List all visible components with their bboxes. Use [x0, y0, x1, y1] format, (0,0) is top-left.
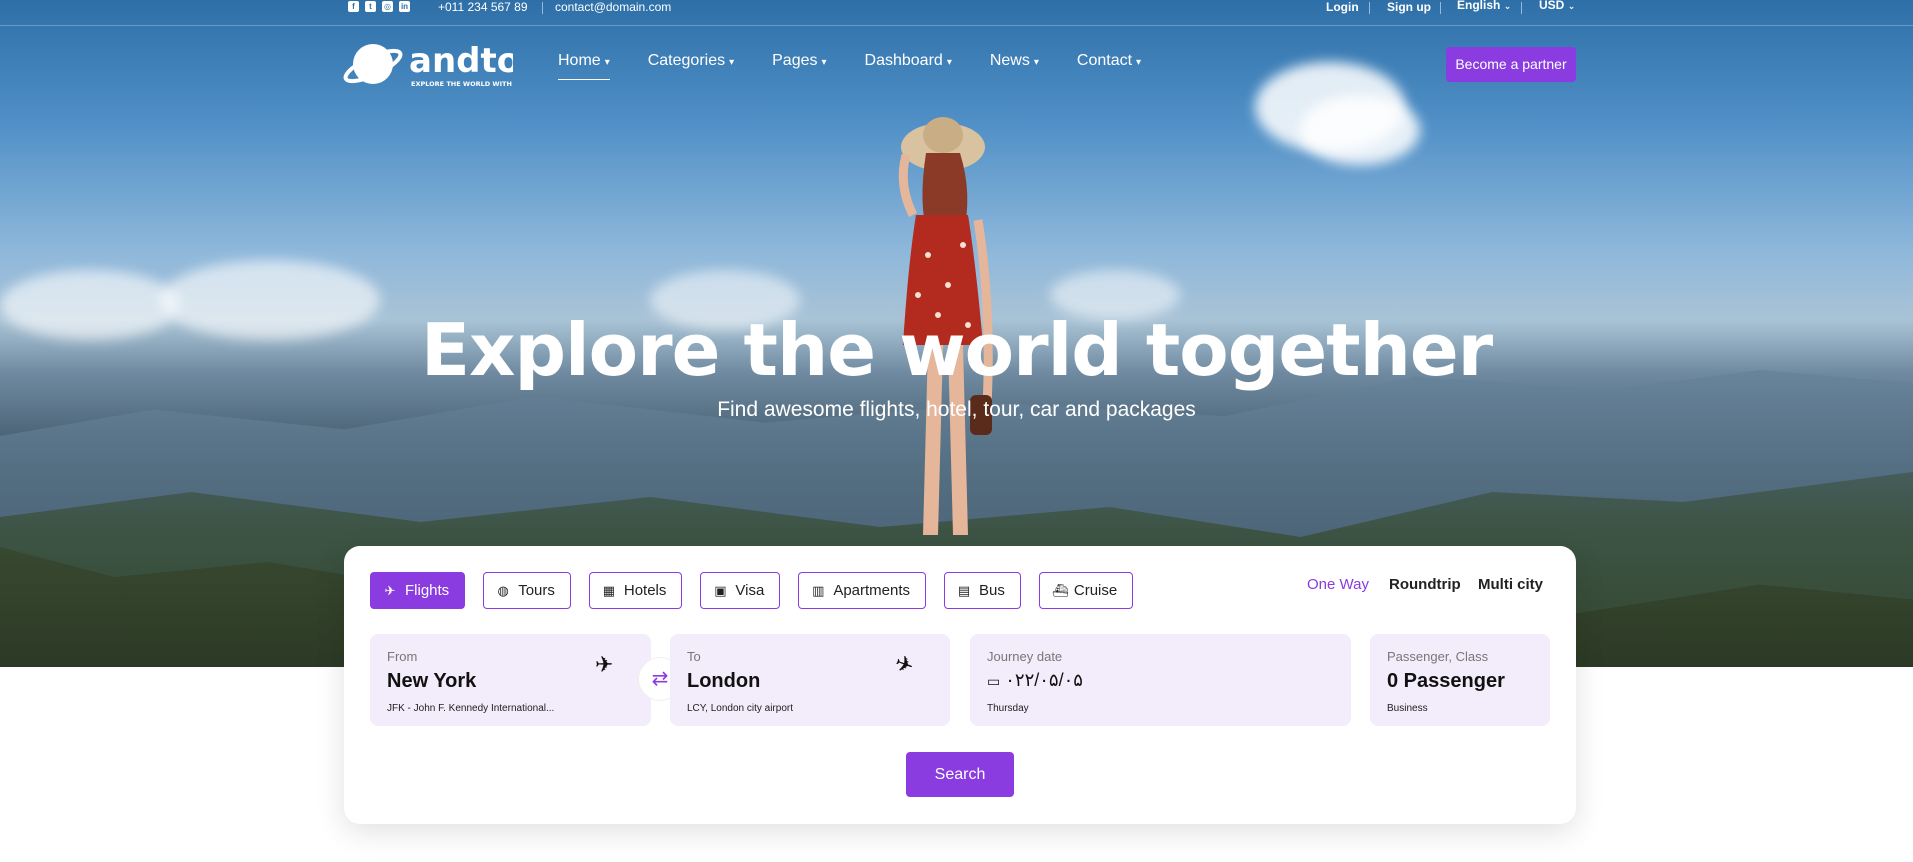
- trip-one-way[interactable]: One Way: [1307, 576, 1369, 593]
- date-weekday: Thursday: [987, 703, 1029, 714]
- trip-multi-city[interactable]: Multi city: [1478, 576, 1543, 593]
- social-links: f t ◎ in: [348, 1, 410, 12]
- chevron-down-icon: ▾: [604, 57, 610, 68]
- cloud-graphic: [1300, 95, 1420, 165]
- language-label: English: [1457, 0, 1501, 12]
- nav-item-label: Categories: [647, 52, 726, 69]
- class-value: Business: [1387, 703, 1428, 714]
- ship-icon: ⛴: [1051, 582, 1069, 598]
- tab-label: Flights: [405, 582, 450, 599]
- from-value: New York: [387, 670, 477, 692]
- brand-logo[interactable]: andtour EXPLORE THE WORLD WITH US: [343, 34, 561, 94]
- tab-label: Apartments: [833, 582, 911, 599]
- apartment-icon: ▥: [812, 582, 825, 598]
- tab-flights[interactable]: ✈ Flights: [370, 572, 466, 609]
- phone-number[interactable]: +011 234 567 89: [438, 0, 528, 14]
- plane-takeoff-icon: ✈: [595, 652, 614, 677]
- to-airport: LCY, London city airport: [687, 703, 793, 714]
- chevron-down-icon: ▾: [1033, 57, 1039, 68]
- passport-icon: ▣: [714, 582, 727, 598]
- nav-item-categories[interactable]: Categories ▾: [648, 52, 734, 70]
- instagram-icon[interactable]: ◎: [382, 1, 393, 12]
- to-value: London: [687, 670, 761, 692]
- tab-cruise[interactable]: ⛴ Cruise: [1038, 572, 1134, 609]
- nav-item-label: Contact: [1076, 52, 1133, 69]
- tab-apartments[interactable]: ▥ Apartments: [798, 572, 927, 609]
- planet-logo-icon: andtour EXPLORE THE WORLD WITH US: [343, 41, 561, 88]
- tab-label: Visa: [735, 582, 765, 599]
- chevron-down-icon: ⌄: [1503, 1, 1512, 11]
- tab-hotels[interactable]: ▦ Hotels: [588, 572, 683, 609]
- currency-select[interactable]: USD ⌄: [1539, 0, 1575, 12]
- twitter-icon[interactable]: t: [365, 1, 376, 12]
- hero-subtitle: Find awesome flights, hotel, tour, car a…: [717, 398, 1196, 421]
- main-nav: Home ▾ Categories ▾ Pages ▾ Dashboard ▾ News…: [558, 52, 1179, 80]
- nav-item-home[interactable]: Home ▾: [558, 52, 610, 80]
- nav-item-label: Pages: [772, 52, 818, 69]
- hero-title: Explore the world together: [420, 308, 1493, 392]
- building-icon: ▦: [602, 582, 616, 598]
- currency-label: USD: [1539, 0, 1565, 12]
- top-bar: f t ◎ in +011 234 567 89 contact@domain.…: [0, 0, 1913, 26]
- chevron-down-icon: ▾: [946, 57, 952, 68]
- tab-bus[interactable]: ▤ Bus: [944, 572, 1021, 609]
- chevron-down-icon: ▾: [821, 57, 827, 68]
- email-address[interactable]: contact@domain.com: [555, 0, 671, 14]
- bus-icon: ▤: [957, 582, 971, 598]
- language-select[interactable]: English ⌄: [1457, 0, 1511, 12]
- become-partner-button[interactable]: Become a partner: [1446, 47, 1576, 82]
- divider: [1440, 2, 1441, 14]
- nav-item-news[interactable]: News ▾: [990, 52, 1039, 70]
- globe-icon: ◍: [497, 582, 509, 598]
- nav-item-pages[interactable]: Pages ▾: [772, 52, 826, 70]
- search-tabs: ✈ Flights ◍ Tours ▦ Hotels ▣ Visa ▥ Apartment…: [370, 572, 1134, 609]
- from-field[interactable]: From New York JFK - John F. Kennedy Inte…: [370, 634, 651, 726]
- to-field[interactable]: To London LCY, London city airport ✈: [670, 634, 950, 726]
- nav-item-label: News: [989, 52, 1030, 69]
- tab-visa[interactable]: ▣ Visa: [700, 572, 781, 609]
- divider: [1369, 2, 1370, 14]
- to-label: To: [687, 649, 701, 664]
- chevron-down-icon: ⌄: [1567, 1, 1576, 11]
- plane-landing-icon: ✈: [891, 649, 918, 680]
- from-airport: JFK - John F. Kennedy International...: [387, 703, 555, 714]
- linkedin-icon[interactable]: in: [399, 1, 410, 12]
- date-text: ۰۲۲/۰۵/۰۵: [1005, 670, 1083, 690]
- date-label: Journey date: [987, 649, 1063, 664]
- journey-date-field[interactable]: Journey date ▭ ۰۲۲/۰۵/۰۵ Thursday: [970, 634, 1351, 726]
- nav-item-label: Dashboard: [864, 52, 943, 69]
- date-value: ▭ ۰۲۲/۰۵/۰۵: [987, 670, 1083, 691]
- nav-item-label: Home: [558, 52, 601, 69]
- divider: [1521, 2, 1522, 14]
- search-button[interactable]: Search: [906, 752, 1014, 797]
- signup-link[interactable]: Sign up: [1387, 0, 1431, 14]
- tab-tours[interactable]: ◍ Tours: [483, 572, 571, 609]
- trip-roundtrip[interactable]: Roundtrip: [1389, 576, 1461, 593]
- facebook-icon[interactable]: f: [348, 1, 359, 12]
- divider: [542, 2, 543, 14]
- swap-arrows-icon: ⇄: [651, 668, 669, 690]
- tab-label: Bus: [979, 582, 1005, 599]
- brand-tagline: EXPLORE THE WORLD WITH US: [411, 80, 513, 88]
- login-link[interactable]: Login: [1326, 0, 1359, 14]
- tab-label: Cruise: [1073, 582, 1118, 599]
- tab-label: Hotels: [623, 582, 667, 599]
- chevron-down-icon: ▾: [1136, 57, 1142, 68]
- passenger-class-field[interactable]: Passenger, Class 0 Passenger Business: [1370, 634, 1550, 726]
- nav-item-contact[interactable]: Contact ▾: [1077, 52, 1141, 70]
- passenger-label: Passenger, Class: [1387, 649, 1489, 664]
- plane-icon: ✈: [384, 582, 396, 598]
- from-label: From: [387, 649, 418, 664]
- tab-label: Tours: [518, 582, 555, 599]
- search-panel: ✈ Flights ◍ Tours ▦ Hotels ▣ Visa ▥ Apartment…: [344, 546, 1576, 824]
- brand-name: andtour: [409, 41, 513, 81]
- calendar-icon: ▭: [987, 673, 1001, 689]
- chevron-down-icon: ▾: [729, 57, 735, 68]
- passenger-value: 0 Passenger: [1387, 670, 1505, 692]
- nav-item-dashboard[interactable]: Dashboard ▾: [865, 52, 952, 70]
